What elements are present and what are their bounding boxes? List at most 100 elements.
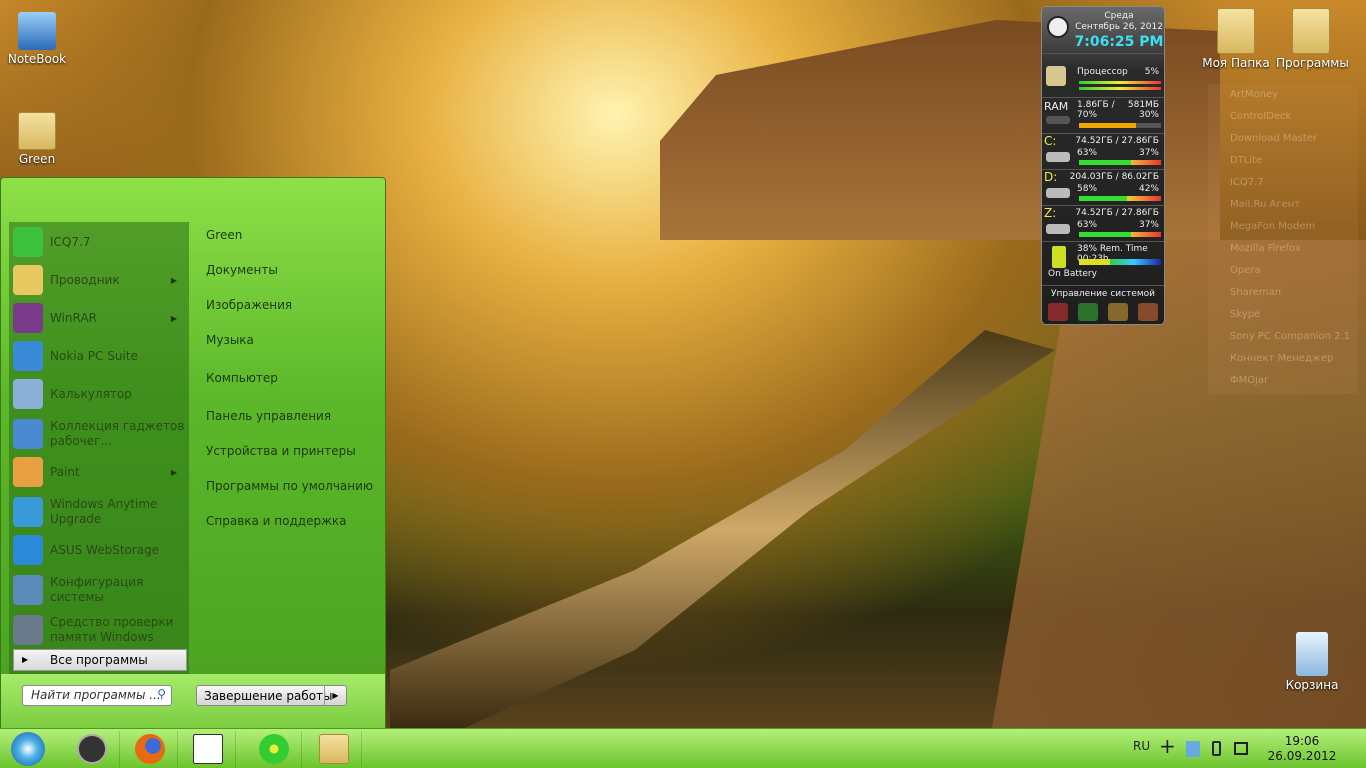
cpu-icon: [1046, 66, 1066, 86]
shutdown-options-arrow[interactable]: ▶: [324, 686, 346, 705]
program-item[interactable]: Nokia PC Suite: [13, 338, 185, 374]
program-icon: [13, 265, 43, 295]
start-button[interactable]: [0, 731, 56, 767]
program-icon: [13, 379, 43, 409]
search-icon: ⚲: [157, 687, 166, 701]
counter-strike-icon: [76, 734, 107, 764]
place-link[interactable]: Справка и поддержка: [206, 514, 347, 528]
faded-list-item: ICQ7.7: [1230, 177, 1264, 188]
taskbar-counter-strike[interactable]: [64, 731, 120, 767]
restart-icon[interactable]: [1078, 303, 1098, 321]
drive-section: Z: 74.52ГБ / 27.86ГБ 63% 37%: [1042, 205, 1164, 241]
shutdown-button[interactable]: Завершение работы ▶: [196, 685, 347, 706]
program-item[interactable]: Проводник ▶: [13, 262, 185, 298]
taskbar-icq[interactable]: [246, 731, 302, 767]
program-icon: [13, 615, 43, 645]
faded-list-item: ControlDeck: [1230, 111, 1292, 122]
program-icon: [13, 227, 43, 257]
battery-icon: [1052, 246, 1066, 268]
faded-list-item: Opera: [1230, 265, 1261, 276]
faded-list-item: Download Master: [1230, 133, 1318, 144]
program-item[interactable]: Конфигурация системы: [13, 572, 185, 608]
drive-section: D: 204.03ГБ / 86.02ГБ 58% 42%: [1042, 169, 1164, 205]
clock-icon: [1047, 16, 1069, 38]
folder-icon: [18, 112, 56, 150]
faded-list-item: DTLite: [1230, 155, 1263, 166]
program-list: ICQ7.7 Проводник ▶ WinRAR ▶ Nokia PC Suite Кал…: [9, 222, 189, 674]
program-item[interactable]: Paint ▶: [13, 454, 185, 490]
place-link[interactable]: Музыка: [206, 333, 254, 347]
desktop-icon-programs[interactable]: Программы: [1276, 8, 1349, 70]
place-link[interactable]: Green: [206, 228, 242, 242]
faded-list-item: Sony PC Companion 2.1: [1230, 331, 1351, 342]
faded-list-item: MegaFon Modem: [1230, 221, 1316, 232]
place-link[interactable]: Программы по умолчанию: [206, 479, 373, 493]
program-icon: [13, 497, 43, 527]
program-item[interactable]: Калькулятор: [13, 376, 185, 412]
faded-list-item: Коннект Менеджер: [1230, 353, 1334, 364]
faded-list-item: ArtMoney: [1230, 89, 1279, 100]
lock-icon[interactable]: [1108, 303, 1128, 321]
battery-tray-icon[interactable]: [1212, 741, 1221, 756]
program-item[interactable]: Windows Anytime Upgrade: [13, 494, 185, 530]
drive-icon: [1046, 188, 1070, 198]
folder-icon: [318, 734, 349, 764]
submenu-arrow-icon: ▶: [170, 275, 177, 285]
language-indicator[interactable]: RU: [1133, 739, 1150, 753]
tray-clock[interactable]: 19:06 26.09.2012: [1262, 734, 1342, 764]
desktop-icon-green[interactable]: Green: [2, 112, 72, 166]
program-icon: [13, 303, 43, 333]
all-programs-button[interactable]: ▶ Все программы: [13, 649, 187, 671]
program-icon: [13, 575, 43, 605]
wallpaper-stream: [390, 330, 1055, 730]
place-link[interactable]: Документы: [206, 263, 278, 277]
program-icon: [13, 419, 43, 449]
program-item[interactable]: Средство проверки памяти Windows: [13, 612, 185, 648]
folder-icon: [1292, 8, 1330, 54]
taskbar-explorer[interactable]: [306, 731, 362, 767]
faded-list-item: ФМОjar: [1230, 375, 1269, 386]
triangle-right-icon: ▶: [22, 655, 29, 664]
logoff-icon[interactable]: [1138, 303, 1158, 321]
faded-program-list: ArtMoney ControlDeck Download Master DTLite…: [1208, 84, 1358, 394]
taskbar-firefox[interactable]: [122, 731, 178, 767]
place-link[interactable]: Изображения: [206, 298, 292, 312]
cards-icon: [192, 734, 223, 764]
drive-bar: [1079, 160, 1161, 165]
program-item[interactable]: ASUS WebStorage: [13, 532, 185, 568]
start-menu: ICQ7.7 Проводник ▶ WinRAR ▶ Nokia PC Suite Кал…: [0, 177, 386, 728]
icq-icon: [258, 734, 289, 764]
place-link[interactable]: Панель управления: [206, 409, 331, 423]
taskbar-1000-cards[interactable]: [180, 731, 236, 767]
desktop-icon-notebook[interactable]: NoteBook: [2, 12, 72, 66]
ram-bar: [1079, 123, 1161, 128]
faded-list-item: Shareman: [1230, 287, 1282, 298]
desktop-icon-recycle-bin[interactable]: Корзина: [1277, 632, 1347, 692]
plus-icon[interactable]: +: [1159, 734, 1176, 758]
faded-list-item: Skype: [1230, 309, 1261, 320]
program-item[interactable]: Коллекция гаджетов рабочег...: [13, 416, 185, 452]
shutdown-icon[interactable]: [1048, 303, 1068, 321]
program-item[interactable]: WinRAR ▶: [13, 300, 185, 336]
program-item[interactable]: ICQ7.7: [13, 224, 185, 260]
desktop-icon-my-folder[interactable]: Моя Папка: [1201, 8, 1271, 70]
search-input[interactable]: Найти программы ... ⚲: [22, 685, 172, 706]
submenu-arrow-icon: ▶: [170, 467, 177, 477]
place-link[interactable]: Компьютер: [206, 371, 278, 385]
faded-list-item: Mail.Ru Агент: [1230, 199, 1301, 210]
program-icon: [13, 457, 43, 487]
recycle-bin-icon: [1296, 632, 1328, 676]
submenu-arrow-icon: ▶: [170, 313, 177, 323]
program-icon: [13, 535, 43, 565]
drive-bar: [1079, 232, 1161, 237]
firefox-icon: [134, 734, 165, 764]
place-link[interactable]: Устройства и принтеры: [206, 444, 356, 458]
computer-icon: [18, 12, 56, 50]
action-center-icon[interactable]: [1186, 741, 1200, 757]
faded-list-item: Mozilla Firefox: [1230, 243, 1301, 254]
program-icon: [13, 341, 43, 371]
drive-section: C: 74.52ГБ / 27.86ГБ 63% 37%: [1042, 133, 1164, 169]
folder-icon: [1217, 8, 1255, 54]
ram-icon: [1046, 116, 1070, 124]
network-icon[interactable]: [1234, 742, 1248, 755]
